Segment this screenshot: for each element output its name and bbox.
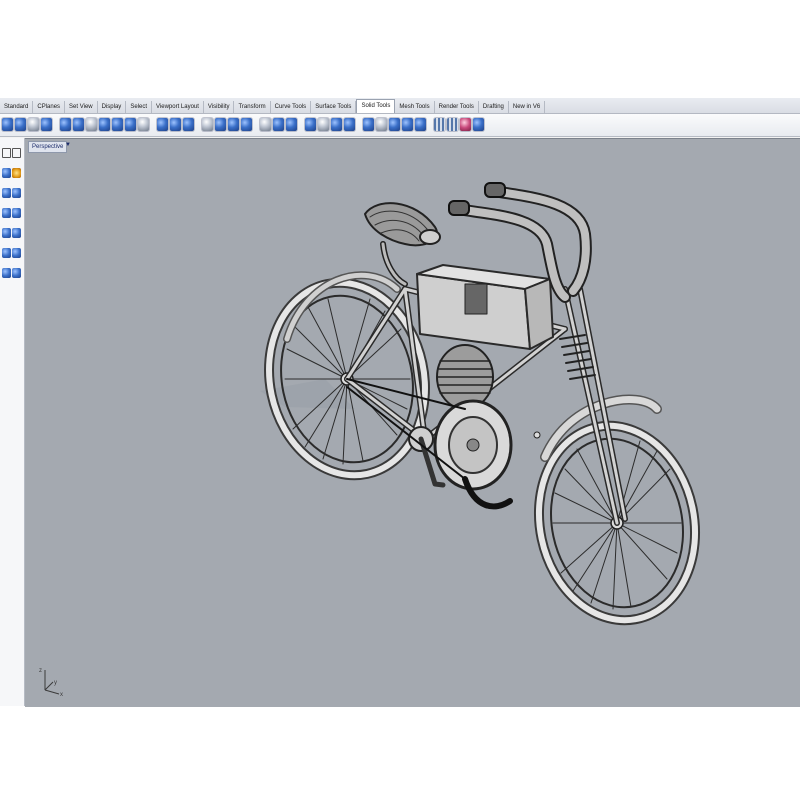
solid-edit-icon[interactable] [415, 118, 426, 131]
shell-icon[interactable] [260, 118, 271, 131]
box-tool-icon[interactable] [2, 188, 11, 198]
tab-set-view[interactable]: Set View [65, 101, 98, 113]
tab-mesh-tools[interactable]: Mesh Tools [395, 101, 435, 113]
rhino-window: Standard CPlanes Set View Display Select View… [0, 98, 800, 707]
solid-tool-icon[interactable] [28, 118, 39, 131]
svg-text:z: z [39, 668, 42, 674]
tab-visibility[interactable]: Visibility [204, 101, 235, 113]
solid-edit-icon[interactable] [363, 118, 374, 131]
tab-standard[interactable]: Standard [0, 101, 34, 113]
solid-tool-icon[interactable] [15, 118, 26, 131]
sphere-tool-icon[interactable] [12, 188, 21, 198]
extrude-icon[interactable] [318, 118, 329, 131]
boolean-icon[interactable] [60, 118, 71, 131]
tab-new-in-v6[interactable]: New in V6 [509, 101, 546, 113]
boolean-icon[interactable] [86, 118, 97, 131]
svg-text:y: y [54, 680, 57, 686]
shell-icon[interactable] [273, 118, 284, 131]
boolean-icon[interactable] [73, 118, 84, 131]
extrude-tool-icon[interactable] [2, 248, 11, 258]
solid-tools-toolbar [0, 114, 800, 137]
cone-tool-icon[interactable] [2, 208, 11, 218]
toolbar-tab-strip: Standard CPlanes Set View Display Select View… [0, 98, 800, 114]
tab-curve-tools[interactable]: Curve Tools [271, 101, 312, 113]
tab-transform[interactable]: Transform [234, 101, 271, 113]
engine [433, 344, 513, 491]
extrude-icon[interactable] [331, 118, 342, 131]
tab-select[interactable]: Select [126, 101, 152, 113]
snap-tool-icon[interactable] [12, 268, 21, 278]
tab-surface-tools[interactable]: Surface Tools [311, 101, 357, 113]
torus-tool-icon[interactable] [2, 228, 11, 238]
fillet-icon[interactable] [202, 118, 213, 131]
grid-icon[interactable] [447, 118, 458, 131]
surface-tool-icon[interactable] [12, 148, 21, 158]
tab-drafting[interactable]: Drafting [479, 101, 509, 113]
cylinder-tool-icon[interactable] [12, 208, 21, 218]
tab-cplanes[interactable]: CPlanes [33, 101, 66, 113]
tab-display[interactable]: Display [98, 101, 127, 113]
solid-edit-icon[interactable] [376, 118, 387, 131]
boolean-icon[interactable] [125, 118, 136, 131]
tab-viewport-layout[interactable]: Viewport Layout [152, 101, 204, 113]
grid-icon[interactable] [434, 118, 445, 131]
motorcycle-model[interactable] [25, 139, 800, 707]
cap-icon[interactable] [157, 118, 168, 131]
tab-solid-tools[interactable]: Solid Tools [356, 99, 396, 113]
boolean-icon[interactable] [138, 118, 149, 131]
render-tool-icon[interactable] [2, 268, 11, 278]
pink-icon[interactable] [460, 118, 471, 131]
boolean-icon[interactable] [112, 118, 123, 131]
mesh-tool-icon[interactable] [12, 248, 21, 258]
fillet-icon[interactable] [215, 118, 226, 131]
cap-icon[interactable] [170, 118, 181, 131]
svg-text:x: x [60, 692, 63, 698]
left-toolbar [0, 138, 25, 706]
shell-icon[interactable] [286, 118, 297, 131]
fillet-icon[interactable] [228, 118, 239, 131]
solid-tool-icon[interactable] [473, 118, 484, 131]
boolean-icon[interactable] [99, 118, 110, 131]
extrude-icon[interactable] [305, 118, 316, 131]
curve-tool-icon[interactable] [2, 148, 11, 158]
axis-gizmo-icon: z y x [39, 668, 63, 698]
solid-edit-icon[interactable] [389, 118, 400, 131]
solid-tool-icon[interactable] [41, 118, 52, 131]
tab-render-tools[interactable]: Render Tools [435, 101, 479, 113]
cap-icon[interactable] [183, 118, 194, 131]
perspective-viewport[interactable]: Perspective ▼ z y x [25, 138, 800, 707]
solid-tool-icon[interactable] [2, 118, 13, 131]
pipe-tool-icon[interactable] [12, 228, 21, 238]
point-tool-icon[interactable] [2, 168, 11, 178]
fillet-icon[interactable] [241, 118, 252, 131]
extrude-icon[interactable] [344, 118, 355, 131]
star-tool-icon[interactable] [12, 168, 21, 178]
solid-edit-icon[interactable] [402, 118, 413, 131]
